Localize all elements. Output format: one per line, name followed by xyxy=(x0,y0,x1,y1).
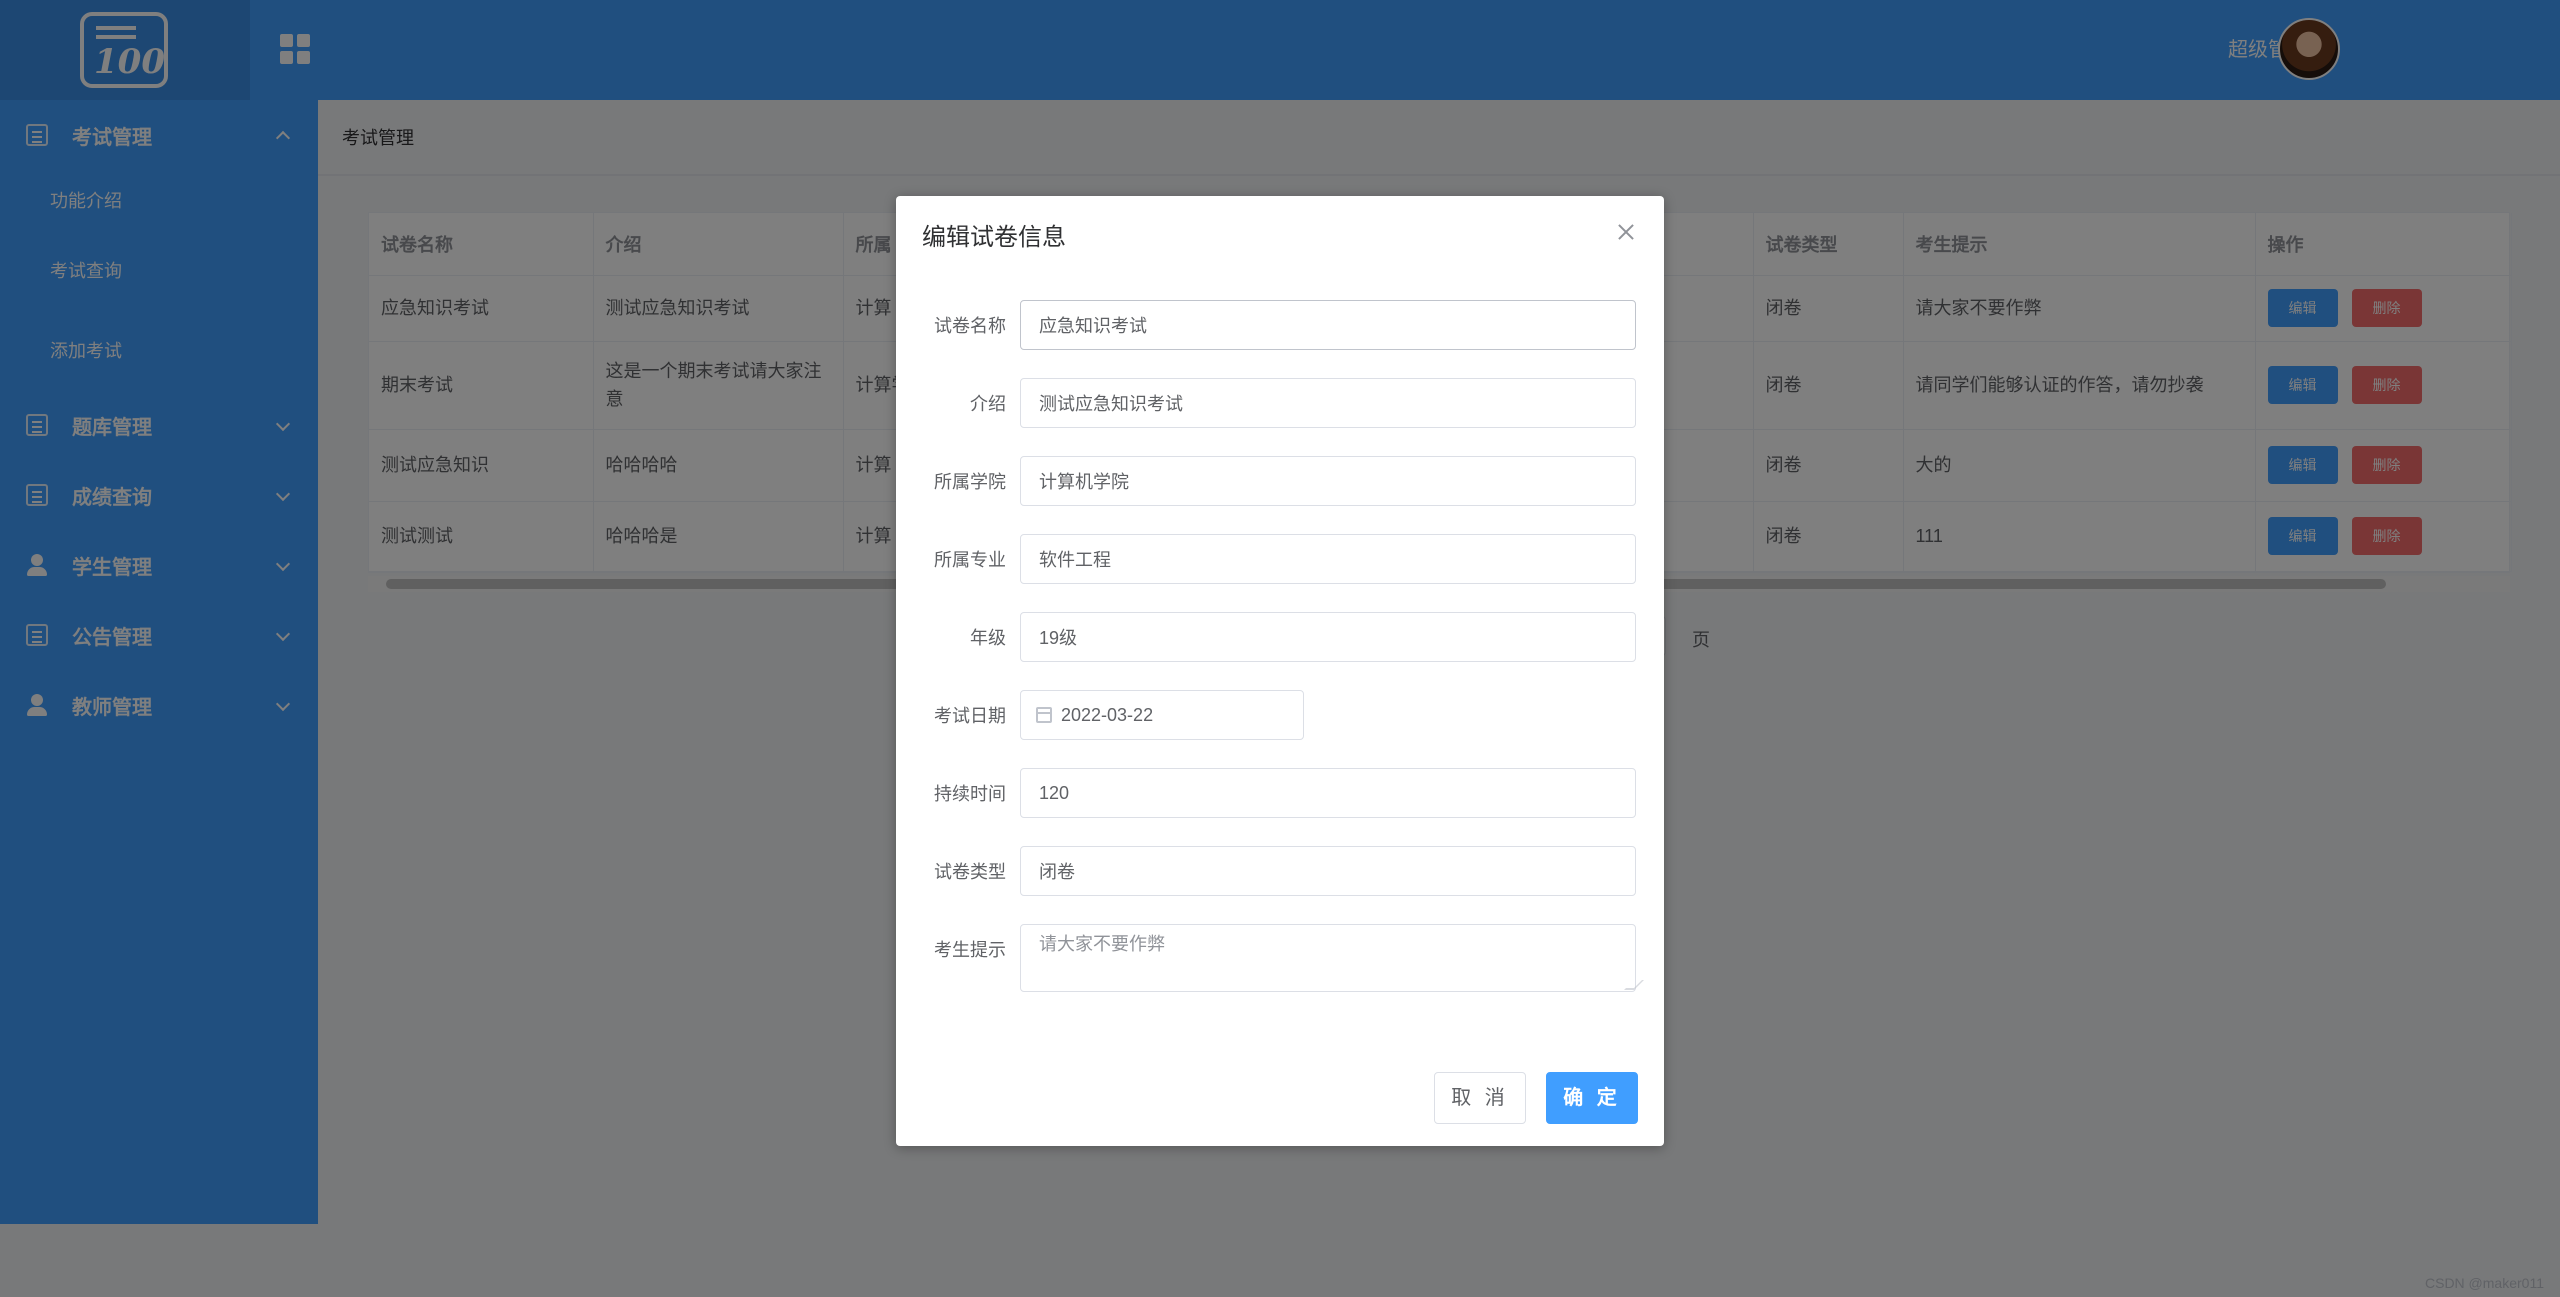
field-label: 试卷类型 xyxy=(934,862,1006,882)
edit-exam-dialog: 编辑试卷信息 试卷名称 介绍 所属学院 所属专业 年级 考试日期 持续时间 试卷… xyxy=(896,196,1664,1146)
dialog-title: 编辑试卷信息 xyxy=(922,224,1066,251)
field-label: 考生提示 xyxy=(934,940,1006,960)
exam-date-picker[interactable] xyxy=(1020,690,1304,740)
form-row-major: 所属专业 xyxy=(896,534,1664,586)
form-row-type: 试卷类型 xyxy=(896,846,1664,898)
field-label: 年级 xyxy=(970,628,1006,648)
grade-input[interactable] xyxy=(1020,612,1636,662)
exam-type-input[interactable] xyxy=(1020,846,1636,896)
form-row-date: 考试日期 xyxy=(896,690,1664,742)
candidate-tip-textarea[interactable] xyxy=(1020,924,1636,992)
field-label: 试卷名称 xyxy=(934,316,1006,336)
field-label: 所属专业 xyxy=(934,550,1006,570)
form-row-grade: 年级 xyxy=(896,612,1664,664)
form-row-intro: 介绍 xyxy=(896,378,1664,430)
college-input[interactable] xyxy=(1020,456,1636,506)
form-row-college: 所属学院 xyxy=(896,456,1664,508)
exam-name-input[interactable] xyxy=(1020,300,1636,350)
form-row-tip: 考生提示 xyxy=(896,924,1664,994)
close-icon[interactable] xyxy=(1614,220,1638,244)
field-label: 考试日期 xyxy=(934,706,1006,726)
cancel-button[interactable]: 取 消 xyxy=(1434,1072,1526,1124)
intro-input[interactable] xyxy=(1020,378,1636,428)
field-label: 介绍 xyxy=(970,394,1006,414)
calendar-icon xyxy=(1036,707,1052,723)
duration-input[interactable] xyxy=(1020,768,1636,818)
confirm-button[interactable]: 确 定 xyxy=(1546,1072,1638,1124)
field-label: 所属学院 xyxy=(934,472,1006,492)
form-row-duration: 持续时间 xyxy=(896,768,1664,820)
form-row-name: 试卷名称 xyxy=(896,300,1664,352)
field-label: 持续时间 xyxy=(934,784,1006,804)
major-input[interactable] xyxy=(1020,534,1636,584)
